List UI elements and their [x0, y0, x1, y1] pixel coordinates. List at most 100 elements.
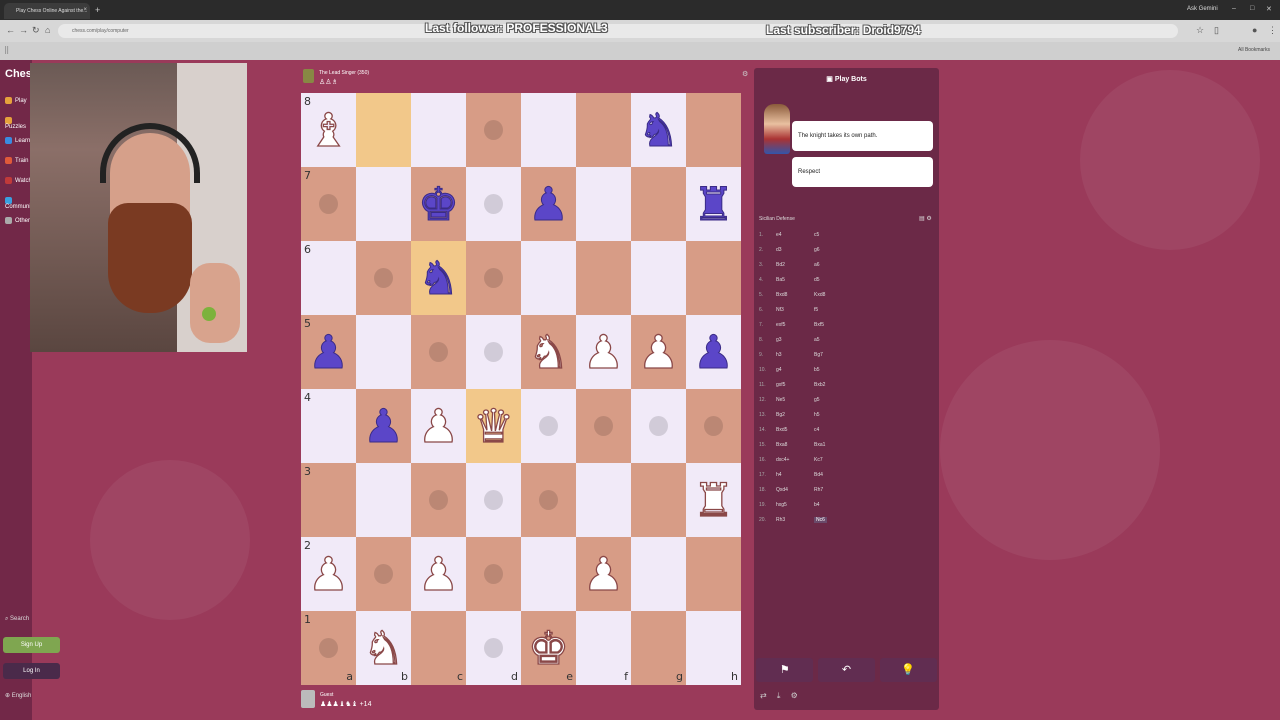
white-pawn-g5[interactable]: ♟	[631, 315, 686, 389]
language-selector[interactable]: ⊕ English	[5, 692, 31, 699]
square-f7[interactable]	[576, 167, 631, 241]
black-move[interactable]: b4	[814, 502, 820, 508]
black-move[interactable]: Bd4	[814, 472, 823, 478]
square-f3[interactable]	[576, 463, 631, 537]
white-move[interactable]: exf5	[776, 322, 785, 328]
white-move[interactable]: Bxd8	[776, 292, 787, 298]
home-icon[interactable]: ⌂	[45, 25, 50, 35]
white-move[interactable]: Bxd5	[776, 427, 787, 433]
black-move[interactable]: d5	[814, 277, 820, 283]
white-pawn-a2[interactable]: ♟	[301, 537, 356, 611]
white-move[interactable]: Nf3	[776, 307, 784, 313]
square-h8[interactable]	[686, 93, 741, 167]
white-knight-b1[interactable]: ♞	[356, 611, 411, 685]
white-bishop-a8[interactable]: ♝	[301, 93, 356, 167]
white-move[interactable]: dxc4+	[776, 457, 789, 463]
square-h4[interactable]	[686, 389, 741, 463]
legal-move-dot[interactable]	[484, 564, 503, 584]
ask-gemini-button[interactable]: Ask Gemini	[1187, 6, 1218, 12]
square-h6[interactable]	[686, 241, 741, 315]
apps-icon[interactable]: ⣿	[4, 46, 9, 54]
square-d5[interactable]	[466, 315, 521, 389]
square-c3[interactable]	[411, 463, 466, 537]
black-move[interactable]: Bxf5	[814, 322, 824, 328]
legal-move-dot[interactable]	[484, 120, 503, 140]
square-f1[interactable]: f	[576, 611, 631, 685]
reload-icon[interactable]: ↻	[32, 25, 40, 36]
close-window-icon[interactable]: ✕	[1266, 5, 1272, 13]
white-move[interactable]: gxf5	[776, 382, 785, 388]
square-g4[interactable]	[631, 389, 686, 463]
white-pawn-c2[interactable]: ♟	[411, 537, 466, 611]
black-move[interactable]: c5	[814, 232, 819, 238]
square-g3[interactable]	[631, 463, 686, 537]
square-e3[interactable]	[521, 463, 576, 537]
legal-move-dot[interactable]	[484, 638, 503, 658]
opening-icons[interactable]: ▤ ⚙	[919, 215, 932, 222]
all-bookmarks-link[interactable]: All Bookmarks	[1238, 47, 1270, 53]
legal-move-dot[interactable]	[539, 490, 558, 510]
square-a6[interactable]: 6	[301, 241, 356, 315]
square-a1[interactable]: 1a	[301, 611, 356, 685]
black-knight-g8[interactable]: ♞	[631, 93, 686, 167]
white-move[interactable]: g4	[776, 367, 782, 373]
square-f6[interactable]	[576, 241, 631, 315]
opponent-avatar[interactable]	[303, 69, 314, 83]
legal-move-dot[interactable]	[429, 490, 448, 510]
white-move[interactable]: Bg2	[776, 412, 785, 418]
square-d2[interactable]	[466, 537, 521, 611]
white-queen-d4[interactable]: ♛	[466, 389, 521, 463]
white-king-e1[interactable]: ♚	[521, 611, 576, 685]
new-tab-button[interactable]: +	[95, 5, 100, 15]
sidebar-item-puzzles[interactable]: Puzzles	[5, 117, 32, 130]
sidebar-search[interactable]: ⌕ Search	[5, 616, 29, 623]
hint-button[interactable]: 💡	[879, 658, 937, 682]
legal-move-dot[interactable]	[374, 564, 393, 584]
legal-move-dot[interactable]	[539, 416, 558, 436]
extensions-icon[interactable]: ▯	[1214, 25, 1219, 36]
white-move[interactable]: Bd2	[776, 262, 785, 268]
square-e6[interactable]	[521, 241, 576, 315]
square-e2[interactable]	[521, 537, 576, 611]
black-pawn-e7[interactable]: ♟	[521, 167, 576, 241]
black-move[interactable]: h5	[814, 412, 820, 418]
square-g2[interactable]	[631, 537, 686, 611]
black-pawn-b4[interactable]: ♟	[356, 389, 411, 463]
panel-bottom-icons[interactable]: ⇄ ⤓ ⚙	[760, 691, 802, 701]
square-d8[interactable]	[466, 93, 521, 167]
white-knight-e5[interactable]: ♞	[521, 315, 576, 389]
white-move[interactable]: Ne5	[776, 397, 785, 403]
black-move[interactable]: Nc6	[814, 517, 827, 523]
legal-move-dot[interactable]	[704, 416, 723, 436]
square-c8[interactable]	[411, 93, 466, 167]
player-avatar[interactable]	[301, 690, 315, 708]
black-move[interactable]: b5	[814, 367, 820, 373]
black-rook-h7[interactable]: ♜	[686, 167, 741, 241]
white-move[interactable]: h4	[776, 472, 782, 478]
black-knight-c6[interactable]: ♞	[411, 241, 466, 315]
square-c1[interactable]: c	[411, 611, 466, 685]
minimize-icon[interactable]: –	[1232, 5, 1236, 12]
black-move[interactable]: a6	[814, 262, 820, 268]
black-move[interactable]: Rh7	[814, 487, 823, 493]
square-a3[interactable]: 3	[301, 463, 356, 537]
square-b8[interactable]	[356, 93, 411, 167]
black-pawn-a5[interactable]: ♟	[301, 315, 356, 389]
white-pawn-c4[interactable]: ♟	[411, 389, 466, 463]
menu-icon[interactable]: ⋮	[1268, 25, 1277, 36]
legal-move-dot[interactable]	[319, 638, 338, 658]
signup-button[interactable]: Sign Up	[3, 637, 60, 653]
square-h2[interactable]	[686, 537, 741, 611]
black-king-c7[interactable]: ♚	[411, 167, 466, 241]
square-d3[interactable]	[466, 463, 521, 537]
square-h1[interactable]: h	[686, 611, 741, 685]
forward-icon[interactable]: →	[19, 25, 28, 35]
legal-move-dot[interactable]	[484, 194, 503, 214]
opponent-name[interactable]: The Lead Singer (350)	[319, 70, 369, 76]
square-f4[interactable]	[576, 389, 631, 463]
square-e4[interactable]	[521, 389, 576, 463]
resign-button[interactable]: ⚑	[756, 658, 814, 682]
square-e8[interactable]	[521, 93, 576, 167]
square-b5[interactable]	[356, 315, 411, 389]
white-move[interactable]: Rh3	[776, 517, 785, 523]
